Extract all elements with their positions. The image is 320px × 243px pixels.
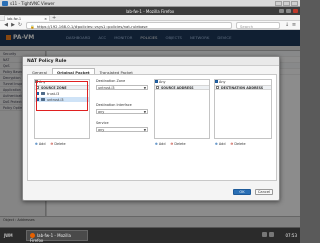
menu-icon[interactable]: ≡ [291,23,297,28]
cancel-button[interactable]: Cancel [255,189,273,195]
destination-address-select-all-checkbox[interactable] [216,86,219,89]
source-address-actions: ⊕ Add ⊖ Delete [155,142,186,146]
ok-button[interactable]: OK [233,189,251,195]
firefox-window-title: lab-fw-1 - Mozilla Firefox [125,9,175,14]
destination-address-delete-button[interactable]: ⊖ Delete [231,142,246,146]
service-select[interactable]: any ▼ [96,127,148,132]
taskbar-firefox-item[interactable]: lab-fw-1 - Mozilla Firefox [26,230,88,243]
vnc-minimize-button[interactable] [275,1,282,6]
tray-icon[interactable] [269,232,274,237]
destination-interface-label: Destination Interface [96,103,132,107]
system-tray [262,232,274,237]
chevron-down-icon: ▼ [143,110,146,114]
dialog-buttons: OK Cancel [233,189,273,195]
firefox-title-bar: lab-fw-1 - Mozilla Firefox [0,7,300,15]
dialog-body: Any SOURCE ZONE trust-l3 untrust-l3 ⊕ Ad… [27,74,277,181]
source-zone-add-button[interactable]: ⊕ Add [35,142,46,146]
source-address-header: SOURCE ADDRESS [155,85,209,90]
destination-address-actions: ⊕ Add ⊖ Delete [215,142,246,146]
dialog-title: NAT Policy Rule [23,57,279,66]
source-address-any-checkbox[interactable] [155,80,158,83]
source-zone-delete-button[interactable]: ⊖ Delete [51,142,66,146]
firefox-maximize-button[interactable] [286,9,291,13]
destination-zone-select[interactable]: untrust-l3 ▼ [96,85,148,90]
source-address-add-button[interactable]: ⊕ Add [155,142,166,146]
service-label: Service [96,121,109,125]
url-text: https://192.168.0.1/#policies::vsys1::po… [36,24,148,29]
tray-icon[interactable] [262,232,267,237]
taskbar-clock: 07:53 [285,233,297,238]
nat-policy-rule-dialog: NAT Policy Rule General Original Packet … [22,56,280,201]
forward-icon[interactable]: ▶ [10,23,16,28]
reload-icon[interactable]: ↻ [17,23,23,28]
search-bar[interactable]: Search [236,22,280,29]
destination-address-any-checkbox[interactable] [215,80,218,83]
vnc-close-button[interactable] [291,1,298,6]
chevron-down-icon: ▼ [143,86,146,90]
vnc-title: s11 - TightVNC Viewer [10,1,55,6]
search-placeholder: Search [240,24,254,29]
chevron-down-icon: ▼ [143,128,146,132]
firefox-minimize-button[interactable] [279,9,284,13]
source-address-delete-button[interactable]: ⊖ Delete [171,142,186,146]
url-bar[interactable]: 🔒 https://192.168.0.1/#policies::vsys1::p… [26,22,232,29]
source-zone-actions: ⊕ Add ⊖ Delete [35,142,66,146]
taskbar: JWM lab-fw-1 - Mozilla Firefox 07:53 [0,227,300,243]
destination-address-header: DESTINATION ADDRESS [215,85,271,90]
vnc-maximize-button[interactable] [283,1,290,6]
vnc-title-bar: s11 - TightVNC Viewer [0,0,300,7]
highlight-box [36,81,88,111]
destination-interface-select[interactable]: any ▼ [96,109,148,114]
firefox-nav-bar: ◀ ▶ ↻ 🔒 https://192.168.0.1/#policies::vs… [0,21,300,30]
source-address-panel: Any SOURCE ADDRESS ⊕ Add ⊖ Delete [154,79,210,146]
source-address-any: Any [155,79,165,84]
destination-address-any: Any [215,79,225,84]
back-icon[interactable]: ◀ [3,23,9,28]
destination-address-add-button[interactable]: ⊕ Add [215,142,226,146]
destination-address-panel: Any DESTINATION ADDRESS ⊕ Add ⊖ Delete [214,79,272,146]
insecure-lock-icon[interactable]: 🔒 [30,24,35,29]
download-icon[interactable]: ↓ [284,23,290,28]
source-address-select-all-checkbox[interactable] [156,86,159,89]
firefox-close-button[interactable] [293,9,298,13]
destination-zone-label: Destination Zone [96,79,126,83]
vnc-app-icon [2,1,8,6]
start-menu-button[interactable]: JWM [2,231,15,241]
